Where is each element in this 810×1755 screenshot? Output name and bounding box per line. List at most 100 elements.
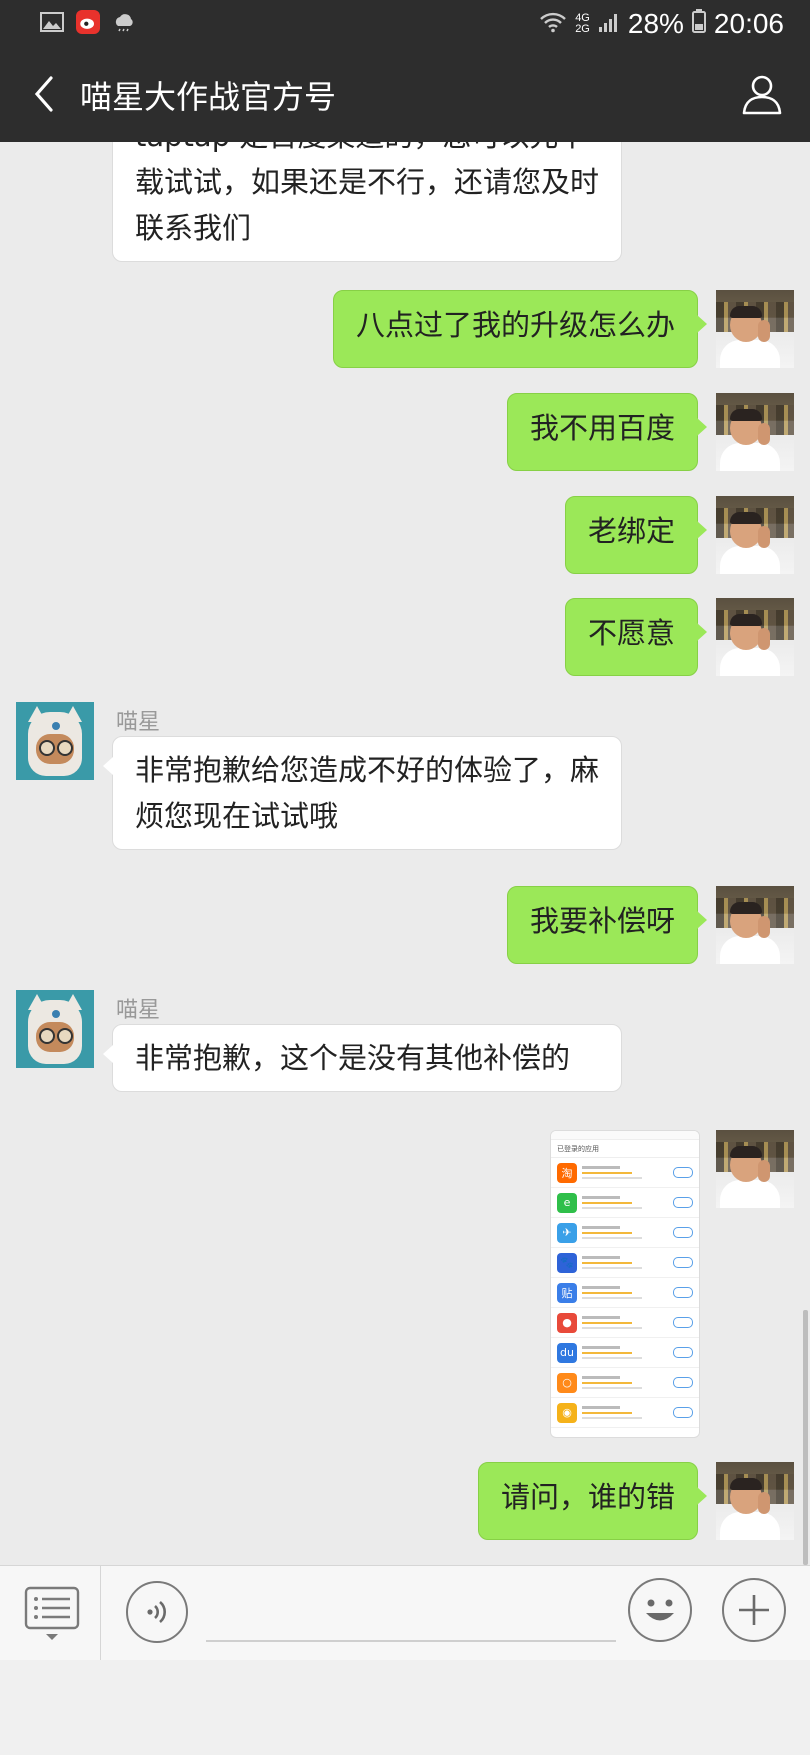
bottom-area <box>0 1660 810 1755</box>
sender-name: 喵星 <box>116 998 161 1023</box>
app-text-lines <box>582 1226 668 1239</box>
avatar[interactable] <box>16 702 94 780</box>
message-bubble[interactable]: 非常抱歉给您造成不好的体验了，麻 烦您现在试试哦 <box>103 736 622 850</box>
app-icon: e <box>557 1192 577 1213</box>
battery-icon <box>691 8 706 40</box>
plus-button[interactable] <box>722 1578 786 1642</box>
app-icon: ◉ <box>557 1402 577 1423</box>
chat-header: 喵星大作战官方号 <box>0 48 810 142</box>
chevron-left-icon <box>34 76 53 112</box>
clock: 20:06 <box>713 8 784 39</box>
menu-button[interactable] <box>24 1586 80 1642</box>
image-app-row: ○ <box>551 1368 699 1398</box>
app-text-lines <box>582 1376 668 1389</box>
avatar[interactable] <box>716 290 794 368</box>
app-action-button <box>673 1407 693 1418</box>
avatar[interactable] <box>716 886 794 964</box>
app-action-button <box>673 1317 693 1328</box>
message-bubble[interactable]: 非常抱歉，这个是没有其他补偿的 <box>103 1024 622 1092</box>
battery-percent: 28% <box>627 8 684 39</box>
network-bottom: 2G <box>575 23 590 35</box>
message-bubble[interactable]: 八点过了我的升级怎么办 <box>332 290 708 368</box>
message-line: 非常抱歉，这个是没有其他补偿的 <box>135 1041 571 1075</box>
image-app-row: ● <box>551 1308 699 1338</box>
back-button[interactable] <box>24 74 64 114</box>
app-action-button <box>673 1167 693 1178</box>
app-icon: 🐾 <box>557 1252 577 1273</box>
plus-icon <box>739 1595 769 1625</box>
message-line: 联系我们 <box>135 211 252 245</box>
image-app-row: ✈ <box>551 1218 699 1248</box>
avatar[interactable] <box>716 1130 794 1208</box>
input-bar <box>0 1565 810 1661</box>
message-line: taptap 是百度渠道的，您可以先下 <box>135 142 599 159</box>
app-text-lines <box>582 1316 668 1329</box>
app-action-button <box>673 1197 693 1208</box>
image-app-row: 淘 <box>551 1158 699 1188</box>
sender-name: 喵星 <box>116 710 161 735</box>
image-app-row: du <box>551 1338 699 1368</box>
message-text: 八点过了我的升级怎么办 <box>355 308 675 342</box>
message-text: 我要补偿呀 <box>529 904 675 938</box>
person-icon <box>742 75 782 115</box>
image-app-row: e <box>551 1188 699 1218</box>
message-bubble[interactable]: taptap 是百度渠道的，您可以先下 载试试，如果还是不行，还请您及时 联系我… <box>112 142 622 262</box>
list-menu-icon <box>24 1586 80 1640</box>
app-text-lines <box>582 1286 668 1299</box>
gallery-icon <box>40 10 64 34</box>
emoji-icon <box>646 1599 674 1621</box>
message-line: 非常抱歉给您造成不好的体验了，麻 <box>135 753 600 787</box>
app-action-button <box>673 1227 693 1238</box>
divider <box>100 1566 101 1661</box>
image-app-row: 🐾 <box>551 1248 699 1278</box>
avatar[interactable] <box>716 393 794 471</box>
message-line: 载试试，如果还是不行，还请您及时 <box>135 165 600 199</box>
image-app-row: 贴 <box>551 1278 699 1308</box>
image-title: 已登录的应用 <box>551 1140 699 1158</box>
weather-icon <box>112 10 136 34</box>
message-line: 烦您现在试试哦 <box>135 799 339 833</box>
message-bubble[interactable]: 请问，谁的错 <box>477 1462 708 1540</box>
app-action-button <box>673 1257 693 1268</box>
status-bar: 4G 2G 28% 20:06 <box>0 0 810 48</box>
app-text-lines <box>582 1346 668 1359</box>
scrollbar[interactable] <box>803 1310 808 1565</box>
app-icon: ● <box>557 1312 577 1333</box>
app-icon: ○ <box>557 1372 577 1393</box>
avatar[interactable] <box>716 496 794 574</box>
message-bubble[interactable]: 我不用百度 <box>506 393 708 471</box>
voice-icon <box>147 1601 166 1623</box>
avatar[interactable] <box>716 1462 794 1540</box>
signal-icon <box>598 8 620 40</box>
image-app-list: 淘 e ✈ 🐾 贴 ● du ○ ◉ <box>551 1158 699 1428</box>
wifi-icon <box>539 8 567 40</box>
app-action-button <box>673 1287 693 1298</box>
app-icon: ✈ <box>557 1222 577 1243</box>
profile-button[interactable] <box>738 70 786 118</box>
message-input[interactable] <box>206 1596 616 1642</box>
avatar[interactable] <box>16 990 94 1068</box>
app-text-lines <box>582 1166 668 1179</box>
message-bubble[interactable]: 我要补偿呀 <box>506 886 708 964</box>
app-action-button <box>673 1377 693 1388</box>
app-icon: du <box>557 1342 577 1363</box>
page-title: 喵星大作战官方号 <box>80 78 337 116</box>
avatar[interactable] <box>716 598 794 676</box>
image-message[interactable]: 已登录的应用 淘 e ✈ 🐾 贴 ● du ○ ◉ <box>550 1130 700 1438</box>
image-app-row: ◉ <box>551 1398 699 1428</box>
message-text: 不愿意 <box>587 616 675 650</box>
app-action-button <box>673 1347 693 1358</box>
message-text: 请问，谁的错 <box>500 1480 675 1514</box>
network-type: 4G 2G <box>575 13 590 35</box>
weibo-icon <box>76 10 100 34</box>
message-list[interactable]: taptap 是百度渠道的，您可以先下 载试试，如果还是不行，还请您及时 联系我… <box>0 142 810 1565</box>
app-text-lines <box>582 1406 668 1419</box>
app-text-lines <box>582 1256 668 1269</box>
voice-button[interactable] <box>126 1581 188 1643</box>
message-bubble[interactable]: 老绑定 <box>564 496 708 574</box>
message-bubble[interactable]: 不愿意 <box>564 598 708 676</box>
app-text-lines <box>582 1196 668 1209</box>
image-status-bar <box>551 1131 699 1140</box>
emoji-button[interactable] <box>628 1578 692 1642</box>
app-icon: 贴 <box>557 1282 577 1303</box>
